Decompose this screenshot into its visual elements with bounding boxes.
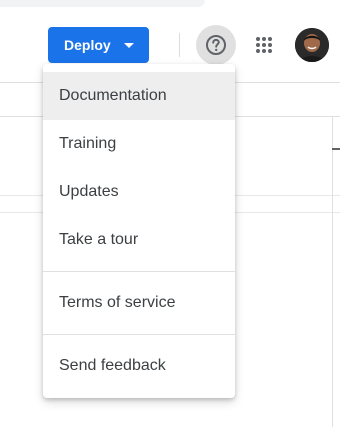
panel-tick: [332, 148, 340, 150]
menu-separator: [43, 334, 235, 335]
top-strip: [0, 0, 205, 7]
menu-item-label: Terms of service: [59, 294, 176, 311]
menu-item-label: Take a tour: [59, 231, 139, 248]
menu-item-updates[interactable]: Updates: [43, 168, 235, 216]
apps-grid-icon: [256, 37, 272, 53]
menu-separator: [43, 271, 235, 272]
avatar-image: [295, 28, 329, 62]
menu-item-label: Documentation: [59, 87, 167, 104]
help-button[interactable]: [196, 25, 236, 65]
help-circle-icon: [206, 35, 226, 55]
menu-item-label: Updates: [59, 183, 119, 200]
chevron-down-icon: [124, 43, 134, 48]
menu-item-training[interactable]: Training: [43, 120, 235, 168]
account-avatar[interactable]: [295, 28, 329, 62]
deploy-button[interactable]: Deploy: [48, 27, 149, 63]
apps-button[interactable]: [248, 29, 280, 61]
menu-item-send-feedback[interactable]: Send feedback: [43, 342, 235, 390]
menu-item-label: Send feedback: [59, 357, 166, 374]
toolbar-divider: [179, 33, 180, 57]
menu-item-terms-of-service[interactable]: Terms of service: [43, 279, 235, 327]
menu-item-label: Training: [59, 135, 117, 152]
panel-border: [332, 117, 333, 427]
menu-item-documentation[interactable]: Documentation: [43, 72, 235, 120]
help-menu: Documentation Training Updates Take a to…: [43, 64, 235, 398]
deploy-button-label: Deploy: [64, 37, 111, 53]
menu-item-take-a-tour[interactable]: Take a tour: [43, 216, 235, 264]
